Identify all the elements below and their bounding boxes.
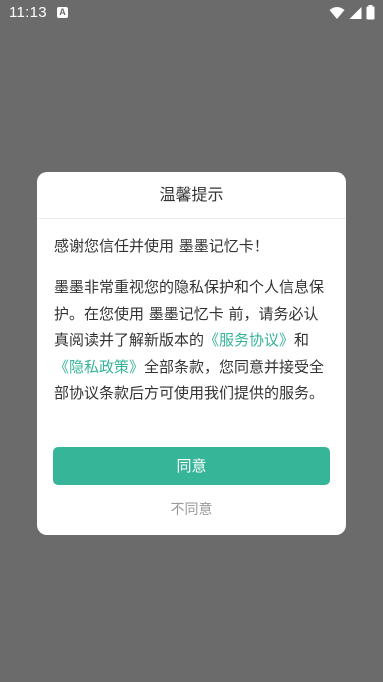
battery-icon bbox=[366, 5, 375, 20]
disagree-button[interactable]: 不同意 bbox=[53, 497, 330, 523]
title-divider bbox=[37, 218, 346, 219]
greeting-text: 感谢您信任并使用 墨墨记忆卡！ bbox=[54, 237, 269, 255]
signal-icon bbox=[349, 6, 362, 19]
privacy-dialog: 温馨提示 感谢您信任并使用 墨墨记忆卡！ 墨墨非常重视您的隐私保护和个人信息保护… bbox=[37, 172, 346, 535]
wifi-icon bbox=[329, 6, 345, 19]
privacy-policy-link[interactable]: 《隐私政策》 bbox=[54, 358, 144, 376]
body-text-and: 和 bbox=[294, 331, 310, 349]
status-bar: 11:13 A bbox=[0, 0, 383, 26]
status-left: 11:13 A bbox=[9, 4, 68, 21]
status-time: 11:13 bbox=[9, 4, 47, 21]
agree-button[interactable]: 同意 bbox=[53, 447, 330, 485]
privacy-body-text: 墨墨非常重视您的隐私保护和个人信息保护。在您使用 墨墨记忆卡 前，请务必认真阅读… bbox=[54, 274, 332, 407]
notification-icon: A bbox=[56, 7, 68, 18]
dialog-title: 温馨提示 bbox=[159, 185, 224, 204]
status-right bbox=[329, 5, 375, 20]
service-agreement-link[interactable]: 《服务协议》 bbox=[204, 331, 294, 349]
